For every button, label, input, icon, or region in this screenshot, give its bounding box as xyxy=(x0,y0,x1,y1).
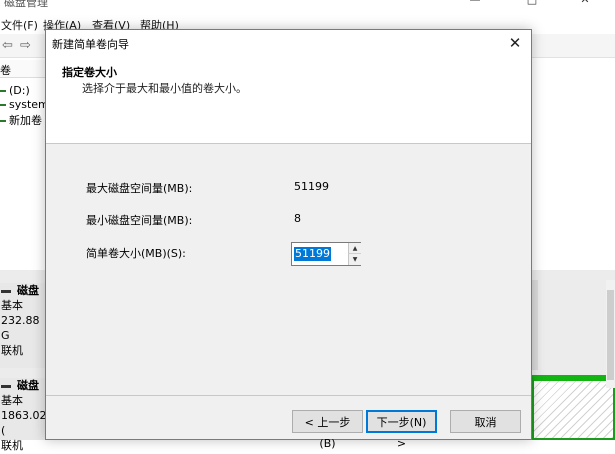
disk-icon xyxy=(1,384,11,388)
unallocated-partition[interactable] xyxy=(532,375,615,440)
window-title: 磁盘管理 xyxy=(4,0,48,9)
volume-size-stepper[interactable]: 51199 ▲ ▼ xyxy=(291,242,361,266)
volume-list-item[interactable]: (D:) xyxy=(0,84,30,97)
min-size-value: 8 xyxy=(294,212,301,225)
disk-icon xyxy=(1,289,11,293)
volume-list-item[interactable]: 新加卷 xyxy=(0,112,42,128)
volume-icon xyxy=(0,120,6,122)
new-simple-volume-wizard: 新建简单卷向导 ✕ 指定卷大小 选择介于最大和最小值的卷大小。 最大磁盘空间量(… xyxy=(45,29,532,450)
back-button[interactable]: < 上一步(B) xyxy=(292,410,363,450)
max-size-value: 51199 xyxy=(294,180,329,193)
volume-size-input[interactable] xyxy=(292,243,348,265)
forward-arrow-icon[interactable]: ⇨ xyxy=(20,38,31,53)
scrollbar[interactable] xyxy=(606,280,615,388)
dialog-header: 指定卷大小 选择介于最大和最小值的卷大小。 xyxy=(46,56,531,144)
maximize-button[interactable]: □ xyxy=(512,0,552,8)
cancel-button[interactable]: 取消 xyxy=(450,410,521,433)
volume-column-header[interactable]: 卷 xyxy=(0,60,50,78)
step-heading: 指定卷大小 xyxy=(62,66,117,79)
dialog-footer: < 上一步(B) 下一步(N) > 取消 xyxy=(46,395,531,450)
window-close-button[interactable]: ✕ xyxy=(565,0,605,8)
volume-icon xyxy=(0,90,6,92)
partition-edge xyxy=(532,280,538,370)
spin-down-icon[interactable]: ▼ xyxy=(348,254,361,265)
minimize-button[interactable]: — xyxy=(455,0,495,8)
disk-0-label[interactable]: 磁盘 基本 232.88 G 联机 xyxy=(0,283,45,368)
disk-1-label[interactable]: 磁盘 基本 1863.02 ( 联机 xyxy=(0,378,47,452)
volume-list-item[interactable]: system xyxy=(0,98,49,111)
volume-icon xyxy=(0,104,6,106)
close-icon[interactable]: ✕ xyxy=(503,32,527,54)
min-size-label: 最小磁盘空间量(MB): xyxy=(86,214,193,227)
max-size-label: 最大磁盘空间量(MB): xyxy=(86,182,193,195)
scrollbar-thumb[interactable] xyxy=(607,290,614,380)
next-button[interactable]: 下一步(N) > xyxy=(366,410,437,450)
dialog-title: 新建简单卷向导 xyxy=(52,38,129,51)
step-description: 选择介于最大和最小值的卷大小。 xyxy=(82,82,247,95)
menu-file[interactable]: 文件(F) xyxy=(1,17,38,33)
window-titlebar: 磁盘管理 — □ ✕ xyxy=(0,0,615,12)
back-arrow-icon[interactable]: ⇦ xyxy=(2,38,13,53)
spin-up-icon[interactable]: ▲ xyxy=(348,243,361,254)
volume-size-label: 简单卷大小(MB)(S): xyxy=(86,247,186,260)
dialog-titlebar: 新建简单卷向导 ✕ xyxy=(46,30,531,56)
